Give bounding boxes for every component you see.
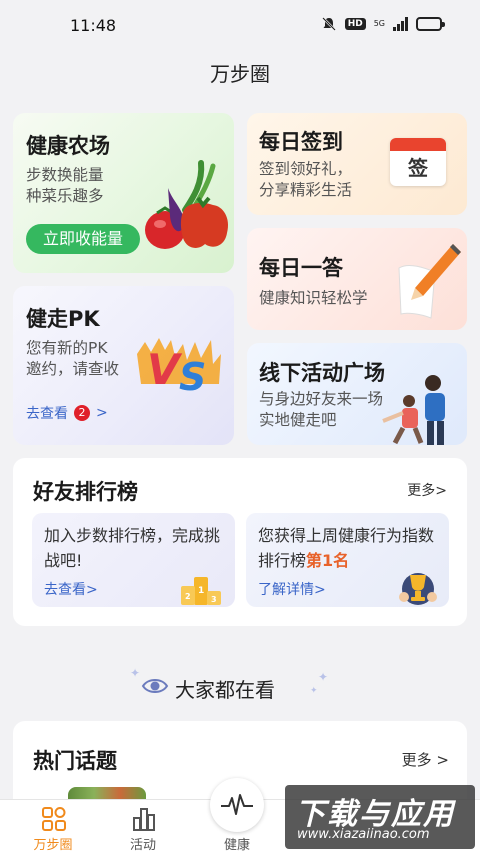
walk-pk-card[interactable]: 健走PK 您有新的PK 邀约，请查收 去查看 2 > V S xyxy=(13,286,234,445)
daily-signin-line1: 签到领好礼， xyxy=(259,160,353,178)
heartbeat-icon xyxy=(221,794,253,815)
health-farm-line2: 种菜乐趣多 xyxy=(26,187,104,205)
walk-pk-line1: 您有新的PK xyxy=(26,339,108,357)
activity-chart-icon xyxy=(133,808,155,831)
offline-activity-subtitle: 与身边好友来一场 实地健走吧 xyxy=(259,389,383,431)
notification-badge: 2 xyxy=(74,405,90,421)
everyone-watching-header: ✦ 大家都在看 ✦ ✦ xyxy=(0,664,480,708)
svg-text:S: S xyxy=(179,355,206,398)
daily-signin-subtitle: 签到领好礼， 分享精彩生活 xyxy=(259,159,352,201)
daily-signin-title: 每日签到 xyxy=(259,130,343,154)
hot-topics-title: 热门话题 xyxy=(33,749,117,773)
tab-home-label: 万步圈 xyxy=(33,838,73,853)
status-icons: HD 5G xyxy=(321,16,445,32)
chevron-right-icon: > xyxy=(96,405,108,421)
calendar-text: 签 xyxy=(408,156,428,180)
offline-activity-line2: 实地健走吧 xyxy=(259,411,337,429)
pencil-paper-icon xyxy=(398,244,461,319)
health-farm-line1: 步数换能量 xyxy=(26,166,104,184)
watermark-logo: 下载与应用 www.xiazaiinao.com xyxy=(285,785,475,849)
daily-quiz-card[interactable]: 每日一答 健康知识轻松学 xyxy=(247,228,467,330)
offline-activity-title: 线下活动广场 xyxy=(259,361,385,385)
sparkle-icon: ✦ xyxy=(318,670,329,684)
walk-pk-subtitle: 您有新的PK 邀约，请查收 xyxy=(26,338,146,380)
tab-activity-label: 活动 xyxy=(129,838,156,853)
health-farm-card[interactable]: 健康农场 步数换能量 种菜乐趣多 立即收能量 xyxy=(13,113,234,273)
daily-quiz-subtitle: 健康知识轻松学 xyxy=(259,289,368,307)
sparkle-icon: ✦ xyxy=(310,686,318,696)
daily-signin-line2: 分享精彩生活 xyxy=(259,181,353,199)
status-time: 11:48 xyxy=(70,16,117,35)
health-farm-title: 健康农场 xyxy=(26,134,110,158)
battery-icon xyxy=(416,17,445,31)
hd-icon: HD xyxy=(344,18,366,30)
signal-icon xyxy=(393,17,408,31)
friends-ranking-title: 好友排行榜 xyxy=(33,480,138,504)
walk-pk-title: 健走PK xyxy=(26,307,100,331)
hot-topics-more-link[interactable]: 更多 > xyxy=(402,749,449,770)
svg-text:3: 3 xyxy=(211,595,217,604)
weekly-rank-text: 您获得上周健康行为指数排行榜第1名 xyxy=(258,523,443,573)
mute-bell-icon xyxy=(321,17,336,31)
friends-ranking-more-link[interactable]: 更多> xyxy=(407,480,447,500)
offline-activity-card[interactable]: 线下活动广场 与身边好友来一场 实地健走吧 xyxy=(247,343,467,445)
join-ranking-text: 加入步数排行榜，完成挑战吧! xyxy=(44,526,221,570)
svg-text:V: V xyxy=(147,345,183,394)
tab-home[interactable]: 万步圈 xyxy=(13,800,93,853)
daily-signin-card[interactable]: 每日签到 签到领好礼， 分享精彩生活 签 xyxy=(247,113,467,215)
eye-icon xyxy=(141,679,169,693)
calendar-icon: 签 xyxy=(390,138,446,186)
vegetables-icon xyxy=(145,160,229,249)
svg-text:2: 2 xyxy=(185,592,191,601)
collect-energy-button[interactable]: 立即收能量 xyxy=(26,224,140,254)
health-farm-subtitle: 步数换能量 种菜乐趣多 xyxy=(26,165,146,207)
offline-activity-line1: 与身边好友来一场 xyxy=(259,390,384,408)
page-title: 万步圈 xyxy=(210,62,270,86)
versus-icon: V S xyxy=(137,338,221,398)
walk-pk-link-label: 去查看 xyxy=(26,406,68,422)
walk-pk-line2: 邀约，请查收 xyxy=(26,360,120,378)
weekly-rank-highlight: 第1名 xyxy=(306,551,350,570)
tab-health-label: 健康 xyxy=(223,838,250,853)
trophy-icon xyxy=(399,573,437,605)
runners-icon xyxy=(382,375,445,445)
weekly-rank-card[interactable]: 您获得上周健康行为指数排行榜第1名 了解详情> xyxy=(246,513,449,607)
network-type: 5G xyxy=(373,19,385,28)
join-ranking-link[interactable]: 去查看> xyxy=(44,579,98,599)
health-tab-circle xyxy=(210,778,264,832)
tab-activity[interactable]: 活动 xyxy=(103,800,183,853)
tab-health[interactable]: 健康 xyxy=(197,778,277,853)
weekly-rank-link[interactable]: 了解详情> xyxy=(258,579,326,599)
friends-ranking-section: 好友排行榜 更多> 加入步数排行榜，完成挑战吧! 去查看> 1 2 3 您获得上… xyxy=(13,458,467,626)
everyone-watching-title: 大家都在看 xyxy=(175,678,275,702)
podium-icon: 1 2 3 xyxy=(181,577,221,605)
svg-text:1: 1 xyxy=(198,586,204,596)
sparkle-icon: ✦ xyxy=(130,666,141,680)
home-grid-icon xyxy=(42,807,66,831)
walk-pk-view-link[interactable]: 去查看 2 > xyxy=(26,403,108,423)
daily-quiz-title: 每日一答 xyxy=(259,256,343,280)
watermark-url: www.xiazaiinao.com xyxy=(297,827,430,842)
join-ranking-card[interactable]: 加入步数排行榜，完成挑战吧! 去查看> 1 2 3 xyxy=(32,513,235,607)
status-bar: 11:48 HD 5G xyxy=(0,0,480,50)
